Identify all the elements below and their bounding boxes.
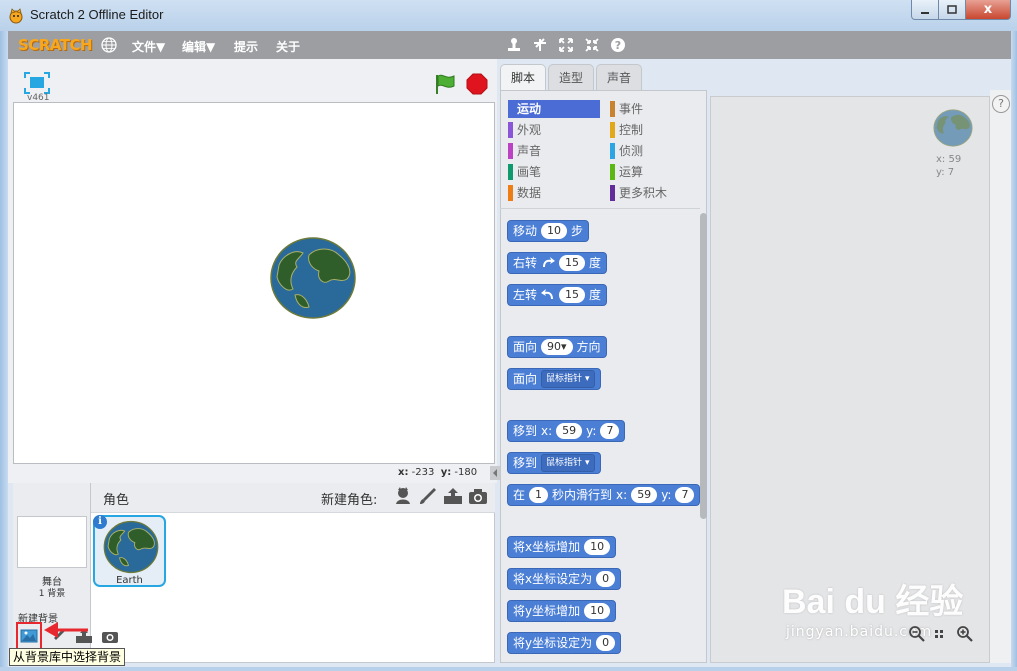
earth-sprite[interactable] [269, 237, 357, 319]
current-sprite-icon [933, 109, 973, 147]
block-turn-left[interactable]: 左转 15 度 [507, 284, 608, 306]
camera-icon[interactable] [468, 486, 488, 506]
baidu-watermark: Bai du 经验 [782, 583, 964, 621]
tab-costumes[interactable]: 造型 [548, 64, 595, 91]
stage-mouse-coords: x: -233 y: -180 [398, 467, 478, 478]
block-set-y[interactable]: 将y坐标设定为 0 [507, 632, 622, 654]
sprite-info-icon[interactable]: i [93, 515, 107, 529]
paint-brush-icon[interactable] [418, 486, 438, 506]
block-change-y[interactable]: 将y坐标增加 10 [507, 600, 617, 622]
sprite-tools: ? [505, 36, 627, 54]
block-move-steps[interactable]: 移动 10 步 [507, 220, 590, 242]
maximize-icon [947, 4, 957, 14]
minimize-button[interactable] [911, 0, 939, 20]
tab-sounds[interactable]: 声音 [596, 64, 643, 91]
block-set-x[interactable]: 将x坐标设定为 0 [507, 568, 622, 590]
palette-scrollbar[interactable] [700, 213, 707, 519]
menu-file[interactable]: 文件▼ [132, 38, 165, 55]
sprites-header: 角色 新建角色: [91, 483, 495, 513]
block-glide[interactable]: 在 1 秒内滑行到 x: 59 y: 7 [507, 484, 701, 506]
block-goto-xy[interactable]: 移到 x: 59 y: 7 [507, 420, 626, 442]
window-frame-bottom [0, 667, 1017, 671]
window-frame-right [1011, 31, 1017, 671]
category-more-blocks[interactable]: 更多积木 [610, 184, 702, 202]
new-sprite-tools [393, 486, 488, 506]
chevron-down-icon: ▾ [585, 458, 590, 468]
backdrop-library-tooltip: 从背景库中选择背景 [9, 648, 126, 666]
help-strip [990, 90, 1011, 663]
block-help-icon[interactable]: ? [609, 36, 627, 54]
editor-tabs: 脚本 造型 声音 [500, 64, 643, 92]
zoom-controls [908, 625, 974, 643]
block-point-towards[interactable]: 面向 鼠标指针 ▾ [507, 368, 601, 390]
language-globe-icon[interactable] [101, 37, 117, 53]
close-icon: x [983, 2, 993, 17]
green-flag-icon[interactable] [434, 73, 456, 95]
camera-backdrop-icon[interactable] [100, 626, 120, 646]
backdrop-library-icon[interactable] [16, 622, 42, 650]
menu-edit[interactable]: 编辑▼ [182, 38, 215, 55]
category-events[interactable]: 事件 [610, 100, 702, 118]
scratch-cat-icon [9, 8, 23, 24]
tab-scripts[interactable]: 脚本 [500, 64, 547, 92]
grow-icon[interactable] [557, 36, 575, 54]
scratch-logo[interactable]: SCRATCH [18, 36, 93, 54]
minimize-icon [921, 11, 929, 14]
palette-divider [500, 208, 700, 209]
block-categories: 运动 事件 外观 控制 声音 侦测 画笔 运算 数据 更多积木 [508, 100, 704, 206]
window-controls: x [911, 0, 1011, 20]
presentation-mode-icon[interactable] [24, 72, 50, 94]
stage-canvas[interactable] [13, 102, 495, 464]
category-control[interactable]: 控制 [610, 121, 702, 139]
window-frame-left [0, 31, 8, 671]
turn-right-icon [543, 257, 556, 267]
red-arrow-annotation-icon [44, 622, 88, 638]
zoom-out-icon[interactable] [908, 625, 926, 643]
zoom-in-icon[interactable] [956, 625, 974, 643]
stage-header: v461 [12, 66, 494, 103]
sprite-library-icon[interactable] [393, 486, 413, 506]
shrink-icon[interactable] [583, 36, 601, 54]
upload-sprite-icon[interactable] [443, 486, 463, 506]
collapse-stage-arrow-icon[interactable] [490, 466, 500, 480]
chevron-down-icon: ▾ [585, 374, 590, 384]
svg-text:?: ? [615, 39, 621, 52]
maximize-button[interactable] [939, 0, 966, 20]
block-turn-right[interactable]: 右转 15 度 [507, 252, 608, 274]
menu-bar: SCRATCH 文件▼ 编辑▼ 提示 关于 ? [8, 31, 1011, 59]
earth-thumbnail-icon [103, 520, 159, 574]
backdrop-count: 1 背景 [38, 589, 66, 599]
category-motion[interactable]: 运动 [508, 100, 600, 118]
block-goto-target[interactable]: 移到 鼠标指针 ▾ [507, 452, 601, 474]
category-operators[interactable]: 运算 [610, 163, 702, 181]
category-data[interactable]: 数据 [508, 184, 600, 202]
category-pen[interactable]: 画笔 [508, 163, 600, 181]
category-looks[interactable]: 外观 [508, 121, 600, 139]
new-sprite-label: 新建角色: [321, 493, 378, 508]
sprite-name: Earth [116, 575, 143, 586]
stop-sign-icon[interactable] [466, 73, 488, 95]
cut-scissors-icon[interactable] [531, 36, 549, 54]
sprites-title: 角色 [103, 493, 130, 508]
zoom-reset-icon[interactable] [932, 625, 950, 643]
window-title: Scratch 2 Offline Editor [30, 7, 164, 22]
turn-left-icon [541, 289, 554, 299]
category-sensing[interactable]: 侦测 [610, 142, 702, 160]
block-change-x[interactable]: 将x坐标增加 10 [507, 536, 617, 558]
menu-about[interactable]: 关于 [276, 38, 300, 55]
sprite-position: x: 59 y: 7 [936, 154, 962, 178]
menu-tips[interactable]: 提示 [234, 38, 258, 55]
duplicate-stamp-icon[interactable] [505, 36, 523, 54]
category-sound[interactable]: 声音 [508, 142, 600, 160]
stage-thumbnail[interactable] [17, 516, 87, 568]
title-bar: Scratch 2 Offline Editor x [0, 0, 1017, 31]
close-button[interactable]: x [966, 0, 1011, 20]
block-point-direction[interactable]: 面向 90▾ 方向 [507, 336, 607, 358]
help-icon[interactable]: ? [992, 95, 1010, 113]
